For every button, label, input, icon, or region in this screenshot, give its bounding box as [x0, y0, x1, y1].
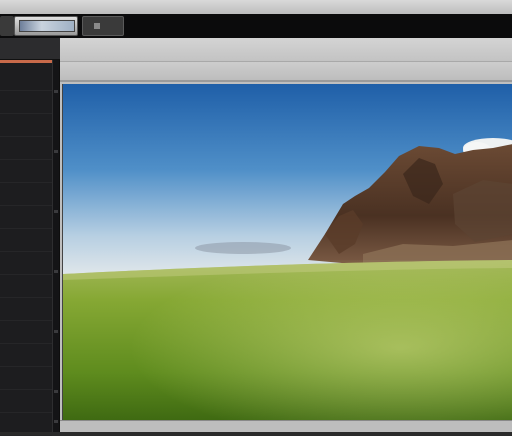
scroll-tick	[54, 270, 58, 273]
list-item[interactable]	[0, 390, 52, 413]
panel-tab[interactable]	[0, 16, 14, 36]
scroll-tick	[54, 210, 58, 213]
tab-bar	[0, 14, 512, 38]
list-item[interactable]	[0, 344, 52, 367]
scroll-tick	[54, 90, 58, 93]
list-item[interactable]	[0, 183, 52, 206]
list-item[interactable]	[0, 252, 52, 275]
scroll-tick	[54, 150, 58, 153]
image-viewport[interactable]	[62, 84, 512, 420]
image-tab[interactable]	[14, 16, 78, 36]
list-item[interactable]	[0, 91, 52, 114]
title-bar	[0, 0, 512, 14]
left-panel-scrollbar[interactable]	[52, 60, 59, 432]
toolbar-secondary	[60, 62, 512, 82]
layer-list	[0, 68, 52, 436]
list-item[interactable]	[0, 114, 52, 137]
list-item[interactable]	[0, 68, 52, 91]
list-item[interactable]	[0, 413, 52, 436]
list-item[interactable]	[0, 160, 52, 183]
list-item[interactable]	[0, 367, 52, 390]
document-tab-icon	[94, 23, 100, 29]
active-layer-indicator	[0, 60, 52, 63]
left-panel	[0, 38, 60, 436]
list-item[interactable]	[0, 137, 52, 160]
scroll-tick	[54, 390, 58, 393]
list-item[interactable]	[0, 321, 52, 344]
scroll-tick	[54, 330, 58, 333]
status-bar	[60, 420, 512, 432]
main-area	[60, 38, 512, 432]
landscape-image	[63, 84, 512, 420]
list-item[interactable]	[0, 275, 52, 298]
scroll-tick	[54, 420, 58, 423]
toolbar-primary	[60, 38, 512, 62]
list-item[interactable]	[0, 229, 52, 252]
image-thumbnail-icon	[19, 20, 75, 32]
list-item[interactable]	[0, 206, 52, 229]
list-item[interactable]	[0, 298, 52, 321]
left-panel-header	[0, 38, 60, 60]
document-tab[interactable]	[82, 16, 124, 36]
